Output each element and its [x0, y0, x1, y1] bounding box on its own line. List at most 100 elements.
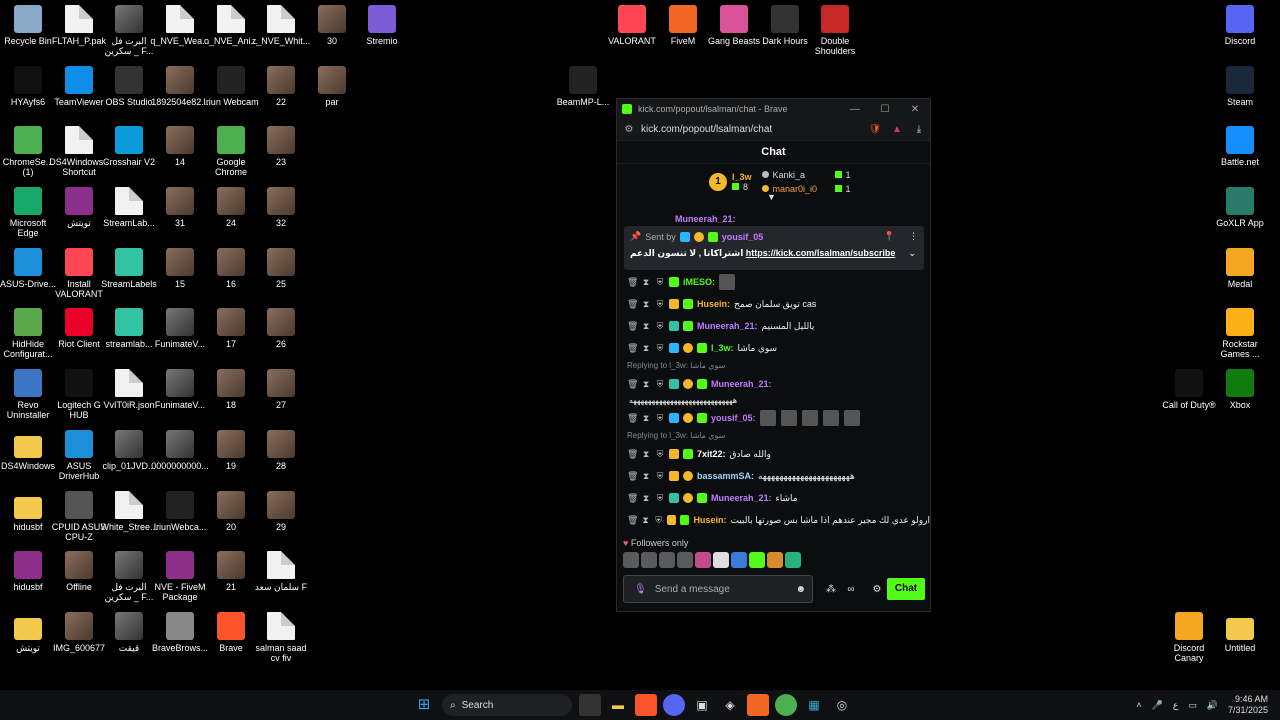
- leader-name-2[interactable]: Kanki_a: [773, 170, 831, 180]
- desktop-icon-right-3[interactable]: GoXLR App: [1210, 187, 1270, 228]
- fivem-taskbar-icon[interactable]: [747, 694, 769, 716]
- chrome-taskbar-icon[interactable]: [775, 694, 797, 716]
- chat-settings-icon[interactable]: ⚙: [867, 584, 887, 595]
- timeout-icon[interactable]: ⧗: [641, 493, 651, 504]
- ban-icon[interactable]: ⛨: [655, 493, 665, 504]
- trash-icon[interactable]: 🗑: [627, 379, 638, 390]
- brave-shields-icon[interactable]: 🛡: [864, 124, 886, 135]
- message-username[interactable]: 7xit22:: [697, 449, 726, 459]
- timeout-icon[interactable]: ⧗: [641, 277, 651, 288]
- desktop-icon-44[interactable]: 27: [251, 369, 311, 410]
- desktop-icon-26[interactable]: 32: [251, 187, 311, 228]
- chat-message[interactable]: 🗑 ⧗ ⛨ bassammSA: ههههههههههههههههههههههه: [617, 465, 930, 487]
- pinned-user[interactable]: yousif_05: [722, 232, 764, 242]
- timeout-icon[interactable]: ⧗: [641, 449, 651, 460]
- message-username[interactable]: Muneerah_21:: [711, 379, 772, 389]
- ban-icon[interactable]: ⛨: [655, 413, 665, 424]
- ban-icon[interactable]: ⛨: [655, 449, 665, 460]
- emote[interactable]: [623, 552, 639, 568]
- trash-icon[interactable]: 🗑: [627, 449, 638, 460]
- emoji-picker-icon[interactable]: ☻: [795, 584, 806, 595]
- browser-window[interactable]: kick.com/popout/lsalman/chat - Brave — ☐…: [616, 98, 931, 612]
- emote[interactable]: [749, 552, 765, 568]
- download-icon[interactable]: ⤓: [908, 124, 930, 135]
- emote[interactable]: [641, 552, 657, 568]
- chat-message[interactable]: 🗑 ⧗ ⛨ 7xit22: والله صادق: [617, 443, 930, 465]
- chat-messages[interactable]: 🗑 ⧗ ⛨ iMESO: 🗑 ⧗ ⛨ Husein: تويق سلمان صمح cas 🗑 ⧗ ⛨…: [617, 271, 930, 533]
- infinity-icon[interactable]: ∞: [841, 584, 861, 595]
- close-button[interactable]: ✕: [900, 104, 930, 115]
- trash-icon[interactable]: 🗑: [627, 321, 638, 332]
- timeout-icon[interactable]: ⧗: [641, 321, 651, 332]
- trash-icon[interactable]: 🗑: [627, 277, 638, 288]
- message-username[interactable]: yousif_05:: [711, 413, 756, 423]
- chat-message[interactable]: 🗑 ⧗ ⛨ Husein: تويق سلمان صمح cas: [617, 293, 930, 315]
- timeout-icon[interactable]: ⧗: [641, 471, 651, 482]
- timeout-icon[interactable]: ⧗: [641, 413, 651, 424]
- message-input[interactable]: 🎙 Send a message ☻: [623, 575, 813, 603]
- leader-name[interactable]: l_3w: [732, 172, 752, 182]
- ban-icon[interactable]: ⛨: [655, 277, 665, 288]
- desktop-icon-right-7[interactable]: Xbox: [1210, 369, 1270, 410]
- message-username[interactable]: Husein:: [697, 299, 730, 309]
- chat-message[interactable]: 🗑 ⧗ ⛨ Muneerah_21:: [617, 373, 930, 395]
- emote[interactable]: [731, 552, 747, 568]
- expand-pinned-icon[interactable]: ⌄: [908, 248, 916, 259]
- desktop-icon-top-5[interactable]: BeamMP-L...: [553, 66, 613, 107]
- subscribe-link[interactable]: https://kick.com/lsalman/subscribe: [746, 248, 896, 258]
- message-username[interactable]: iMESO:: [683, 277, 715, 287]
- unpin-icon[interactable]: 📍: [884, 231, 895, 242]
- desktop-icon-top-4[interactable]: Double Shoulders: [805, 5, 865, 56]
- emote[interactable]: [767, 552, 783, 568]
- volume-icon[interactable]: 🔊: [1207, 700, 1218, 711]
- desktop-icon-62[interactable]: سلمان سعد F: [251, 551, 311, 592]
- ban-icon[interactable]: ⛨: [654, 515, 663, 526]
- desktop-icon-right-2[interactable]: Battle.net: [1210, 126, 1270, 167]
- chat-message[interactable]: 🗑 ⧗ ⛨ l_3w: سوي ماشا: [617, 337, 930, 359]
- chat-message[interactable]: 🗑 ⧗ ⛨ Husein: ارولو عدي لك مجير عندهم اذا ما…: [617, 509, 930, 531]
- desktop-icon-56[interactable]: 29: [251, 491, 311, 532]
- message-username[interactable]: Muneerah_21:: [697, 321, 758, 331]
- desktop-icon-right-5[interactable]: Rockstar Games ...: [1210, 308, 1270, 359]
- message-username[interactable]: l_3w:: [711, 343, 734, 353]
- timeout-icon[interactable]: ⧗: [641, 343, 651, 354]
- message-username[interactable]: Muneerah_21:: [711, 493, 772, 503]
- network-icon[interactable]: ▭: [1188, 700, 1197, 711]
- desktop-icon-32[interactable]: 25: [251, 248, 311, 289]
- desktop-icon-14[interactable]: par: [302, 66, 362, 107]
- trash-icon[interactable]: 🗑: [627, 299, 638, 310]
- trash-icon[interactable]: 🗑: [627, 471, 638, 482]
- emote[interactable]: [785, 552, 801, 568]
- more-options-icon[interactable]: ⋮: [909, 231, 918, 242]
- desktop-icon-right-0[interactable]: Discord: [1210, 5, 1270, 46]
- microphone-icon[interactable]: 🎙: [634, 584, 647, 595]
- ban-icon[interactable]: ⛨: [655, 471, 665, 482]
- site-settings-icon[interactable]: ⚙: [617, 124, 641, 135]
- desktop-icon-68[interactable]: salman saad cv fiv: [251, 612, 311, 663]
- goxlr-taskbar-icon[interactable]: ▦: [803, 694, 825, 716]
- ban-icon[interactable]: ⛨: [655, 379, 665, 390]
- minimize-button[interactable]: —: [840, 104, 870, 115]
- store-icon[interactable]: ▣: [691, 694, 713, 716]
- address-bar[interactable]: ⚙ kick.com/popout/lsalman/chat 🛡 ▲ ⤓: [617, 119, 930, 141]
- trash-icon[interactable]: 🗑: [627, 515, 638, 526]
- emote[interactable]: [695, 552, 711, 568]
- emote[interactable]: [659, 552, 675, 568]
- maximize-button[interactable]: ☐: [870, 104, 900, 115]
- kick-points-icon[interactable]: ⁂: [821, 584, 841, 595]
- reply-context[interactable]: Replying to l_3w: سوي ماشا: [617, 429, 930, 443]
- discord-taskbar-icon[interactable]: [663, 694, 685, 716]
- leader-name-3[interactable]: manar0i_i0: [773, 184, 831, 194]
- input-language[interactable]: ع: [1173, 700, 1178, 711]
- timeout-icon[interactable]: ⧗: [641, 379, 651, 390]
- desktop-icon-50[interactable]: 28: [251, 430, 311, 471]
- url-text[interactable]: kick.com/popout/lsalman/chat: [641, 124, 864, 135]
- desktop-icon-right-4[interactable]: Medal: [1210, 248, 1270, 289]
- steam-taskbar-icon[interactable]: ◎: [831, 694, 853, 716]
- timeout-icon[interactable]: ⧗: [641, 515, 650, 526]
- trash-icon[interactable]: 🗑: [627, 413, 638, 424]
- chat-message[interactable]: 🗑 ⧗ ⛨ Muneerah_21: ماشاء: [617, 487, 930, 509]
- timeout-icon[interactable]: ⧗: [641, 299, 651, 310]
- chat-message[interactable]: 🗑 ⧗ ⛨ yousif_05:: [617, 407, 930, 429]
- trash-icon[interactable]: 🗑: [627, 343, 638, 354]
